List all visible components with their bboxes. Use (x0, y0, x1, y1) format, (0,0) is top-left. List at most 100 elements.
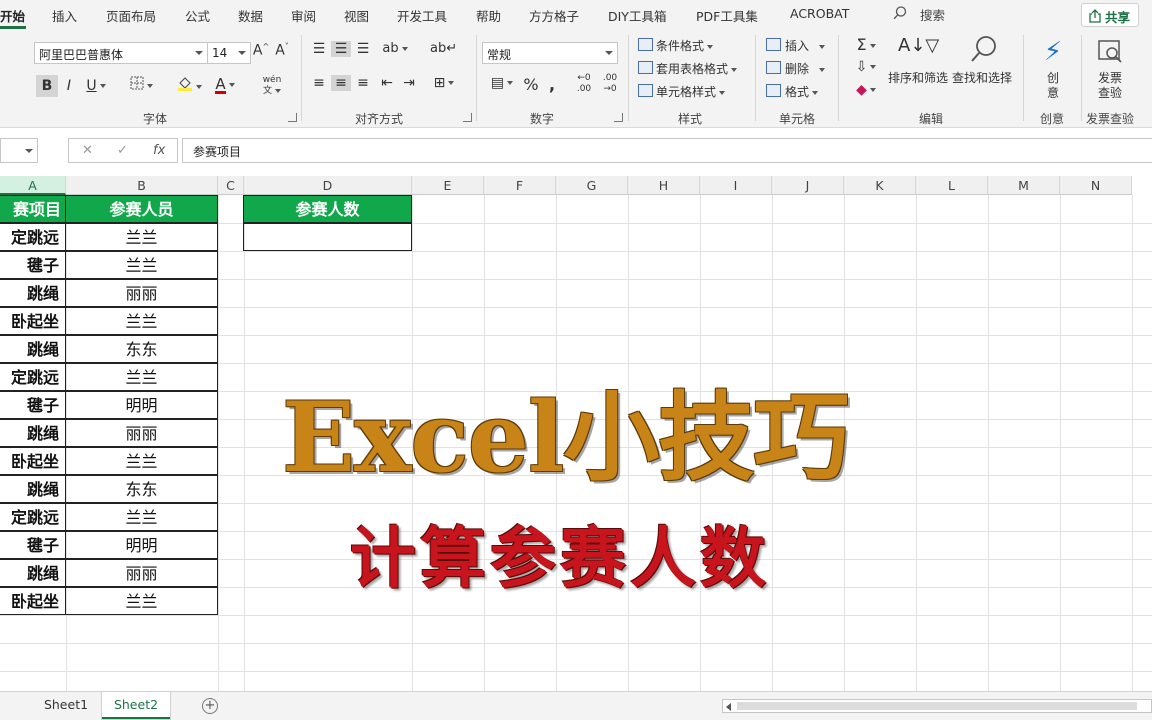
underline-button[interactable]: U (82, 75, 110, 97)
format-cells-button[interactable]: 格式 (785, 83, 819, 100)
table-cell[interactable]: 兰兰 (65, 307, 218, 335)
name-box[interactable] (0, 138, 38, 163)
table-cell[interactable]: 兰兰 (65, 223, 218, 251)
comma-style-icon[interactable]: , (544, 75, 560, 94)
column-header[interactable]: M (988, 176, 1060, 195)
wrap-text-icon[interactable]: ab↵ (430, 41, 457, 56)
table-cell[interactable]: 定跳远 (0, 503, 66, 531)
table-cell[interactable]: 明明 (65, 391, 218, 419)
sheet-tab-sheet1[interactable]: Sheet1 (32, 692, 100, 719)
shrink-font-button[interactable]: A˅ (273, 42, 291, 59)
find-select-button[interactable]: 查找和选择 (952, 69, 1012, 86)
table-cell[interactable]: 跳绳 (0, 279, 66, 307)
ribbon-tab[interactable]: PDF工具集 (696, 6, 758, 25)
sort-filter-button[interactable]: 排序和筛选 (888, 69, 948, 86)
table-cell[interactable]: 兰兰 (65, 587, 218, 615)
table-header-cell[interactable]: 参赛人员 (65, 195, 218, 223)
cell-styles-button[interactable]: 单元格样式 (656, 83, 726, 100)
column-header[interactable]: C (218, 176, 244, 195)
increase-decimal-icon[interactable]: ←0.00 (572, 73, 596, 95)
fill-icon[interactable]: ⇩ (850, 59, 882, 75)
table-cell[interactable]: 毽子 (0, 391, 66, 419)
ribbon-tab[interactable]: 视图 (344, 6, 369, 25)
table-cell[interactable]: 定跳远 (0, 223, 66, 251)
decrease-indent-icon[interactable]: ⇤ (378, 75, 396, 91)
align-bottom-icon[interactable]: ☰ (354, 41, 372, 57)
column-header[interactable]: J (772, 176, 844, 195)
grow-font-button[interactable]: A^ (252, 42, 270, 59)
column-header[interactable]: B (66, 176, 218, 195)
autosum-icon[interactable]: Σ (850, 35, 882, 54)
horizontal-scrollbar[interactable] (722, 699, 1152, 713)
table-cell[interactable]: 卧起坐 (0, 307, 66, 335)
table-cell[interactable]: 卧起坐 (0, 587, 66, 615)
ribbon-tab[interactable]: 公式 (185, 6, 210, 25)
table-cell[interactable]: 丽丽 (65, 279, 218, 307)
percent-icon[interactable]: % (522, 75, 540, 94)
ribbon-tab[interactable]: 审阅 (291, 6, 316, 25)
align-top-icon[interactable]: ☰ (310, 41, 328, 57)
alignment-dialog-launcher[interactable] (463, 113, 472, 122)
column-header[interactable]: K (844, 176, 916, 195)
add-sheet-icon[interactable]: + (202, 698, 218, 714)
table-cell[interactable]: 东东 (65, 335, 218, 363)
phonetic-button[interactable]: wén 文 (254, 75, 290, 97)
insert-cells-button[interactable]: 插入 (785, 37, 826, 54)
count-header-cell[interactable]: 参赛人数 (243, 195, 412, 223)
decrease-decimal-icon[interactable]: .00 →0 (598, 73, 622, 95)
ribbon-tab[interactable]: 页面布局 (106, 6, 156, 25)
table-cell[interactable]: 跳绳 (0, 559, 66, 587)
table-cell[interactable]: 东东 (65, 475, 218, 503)
table-cell[interactable]: 明明 (65, 531, 218, 559)
table-cell[interactable]: 丽丽 (65, 419, 218, 447)
number-format-select[interactable]: 常规 (482, 42, 618, 64)
format-as-table-button[interactable]: 套用表格格式 (656, 60, 738, 77)
column-header[interactable]: D (244, 176, 412, 195)
insert-function-icon[interactable]: fx (153, 143, 165, 158)
ribbon-tab[interactable]: 方方格子 (529, 6, 579, 25)
table-cell[interactable]: 跳绳 (0, 419, 66, 447)
column-header[interactable]: A (0, 176, 66, 195)
accounting-format-icon[interactable]: ▤ (484, 75, 520, 91)
lightning-icon[interactable]: ⚡ (1040, 37, 1066, 67)
table-cell[interactable]: 兰兰 (65, 447, 218, 475)
delete-cells-button[interactable]: 删除 (785, 60, 826, 77)
share-button[interactable]: 共享 (1081, 3, 1139, 27)
table-cell[interactable]: 跳绳 (0, 335, 66, 363)
ribbon-tab[interactable]: 插入 (52, 6, 77, 25)
ribbon-tab[interactable]: ACROBAT (790, 6, 849, 21)
ribbon-tab[interactable]: DIY工具箱 (608, 6, 666, 25)
table-cell[interactable]: 兰兰 (65, 503, 218, 531)
table-cell[interactable]: 定跳远 (0, 363, 66, 391)
column-header[interactable]: L (916, 176, 988, 195)
table-cell[interactable]: 兰兰 (65, 251, 218, 279)
fill-color-button[interactable] (172, 75, 206, 98)
ribbon-tab[interactable]: 帮助 (476, 6, 501, 25)
font-name-select[interactable]: 阿里巴巴普惠体 (34, 42, 208, 64)
align-center-icon[interactable]: ≡ (331, 75, 351, 91)
cancel-icon[interactable]: ✕ (82, 143, 93, 158)
increase-indent-icon[interactable]: ⇥ (400, 75, 418, 91)
ribbon-tab[interactable]: 数据 (238, 6, 263, 25)
merge-center-icon[interactable]: ⊞ (428, 75, 460, 91)
table-cell[interactable]: 兰兰 (65, 363, 218, 391)
column-header[interactable]: H (628, 176, 700, 195)
font-size-select[interactable]: 14 (207, 42, 251, 64)
font-dialog-launcher[interactable] (288, 113, 297, 122)
scroll-left-icon[interactable] (726, 703, 731, 711)
table-cell[interactable]: 毽子 (0, 531, 66, 559)
column-header[interactable]: E (412, 176, 484, 195)
orientation-icon[interactable]: ab (380, 41, 410, 56)
align-middle-icon[interactable]: ☰ (331, 41, 351, 57)
column-header[interactable]: N (1060, 176, 1132, 195)
invoice-check-button[interactable]: 发票 查验 (1098, 71, 1122, 101)
clear-icon[interactable]: ◆ (850, 82, 882, 98)
column-header[interactable]: G (556, 176, 628, 195)
conditional-format-button[interactable]: 条件格式 (656, 37, 714, 54)
table-cell[interactable]: 卧起坐 (0, 447, 66, 475)
ribbon-tab[interactable]: 开发工具 (397, 6, 447, 25)
sheet-tab-sheet2[interactable]: Sheet2 (102, 692, 170, 719)
creative-button[interactable]: 创 意 (1047, 71, 1059, 101)
borders-button[interactable] (126, 75, 156, 97)
align-left-icon[interactable]: ≡ (310, 75, 328, 91)
